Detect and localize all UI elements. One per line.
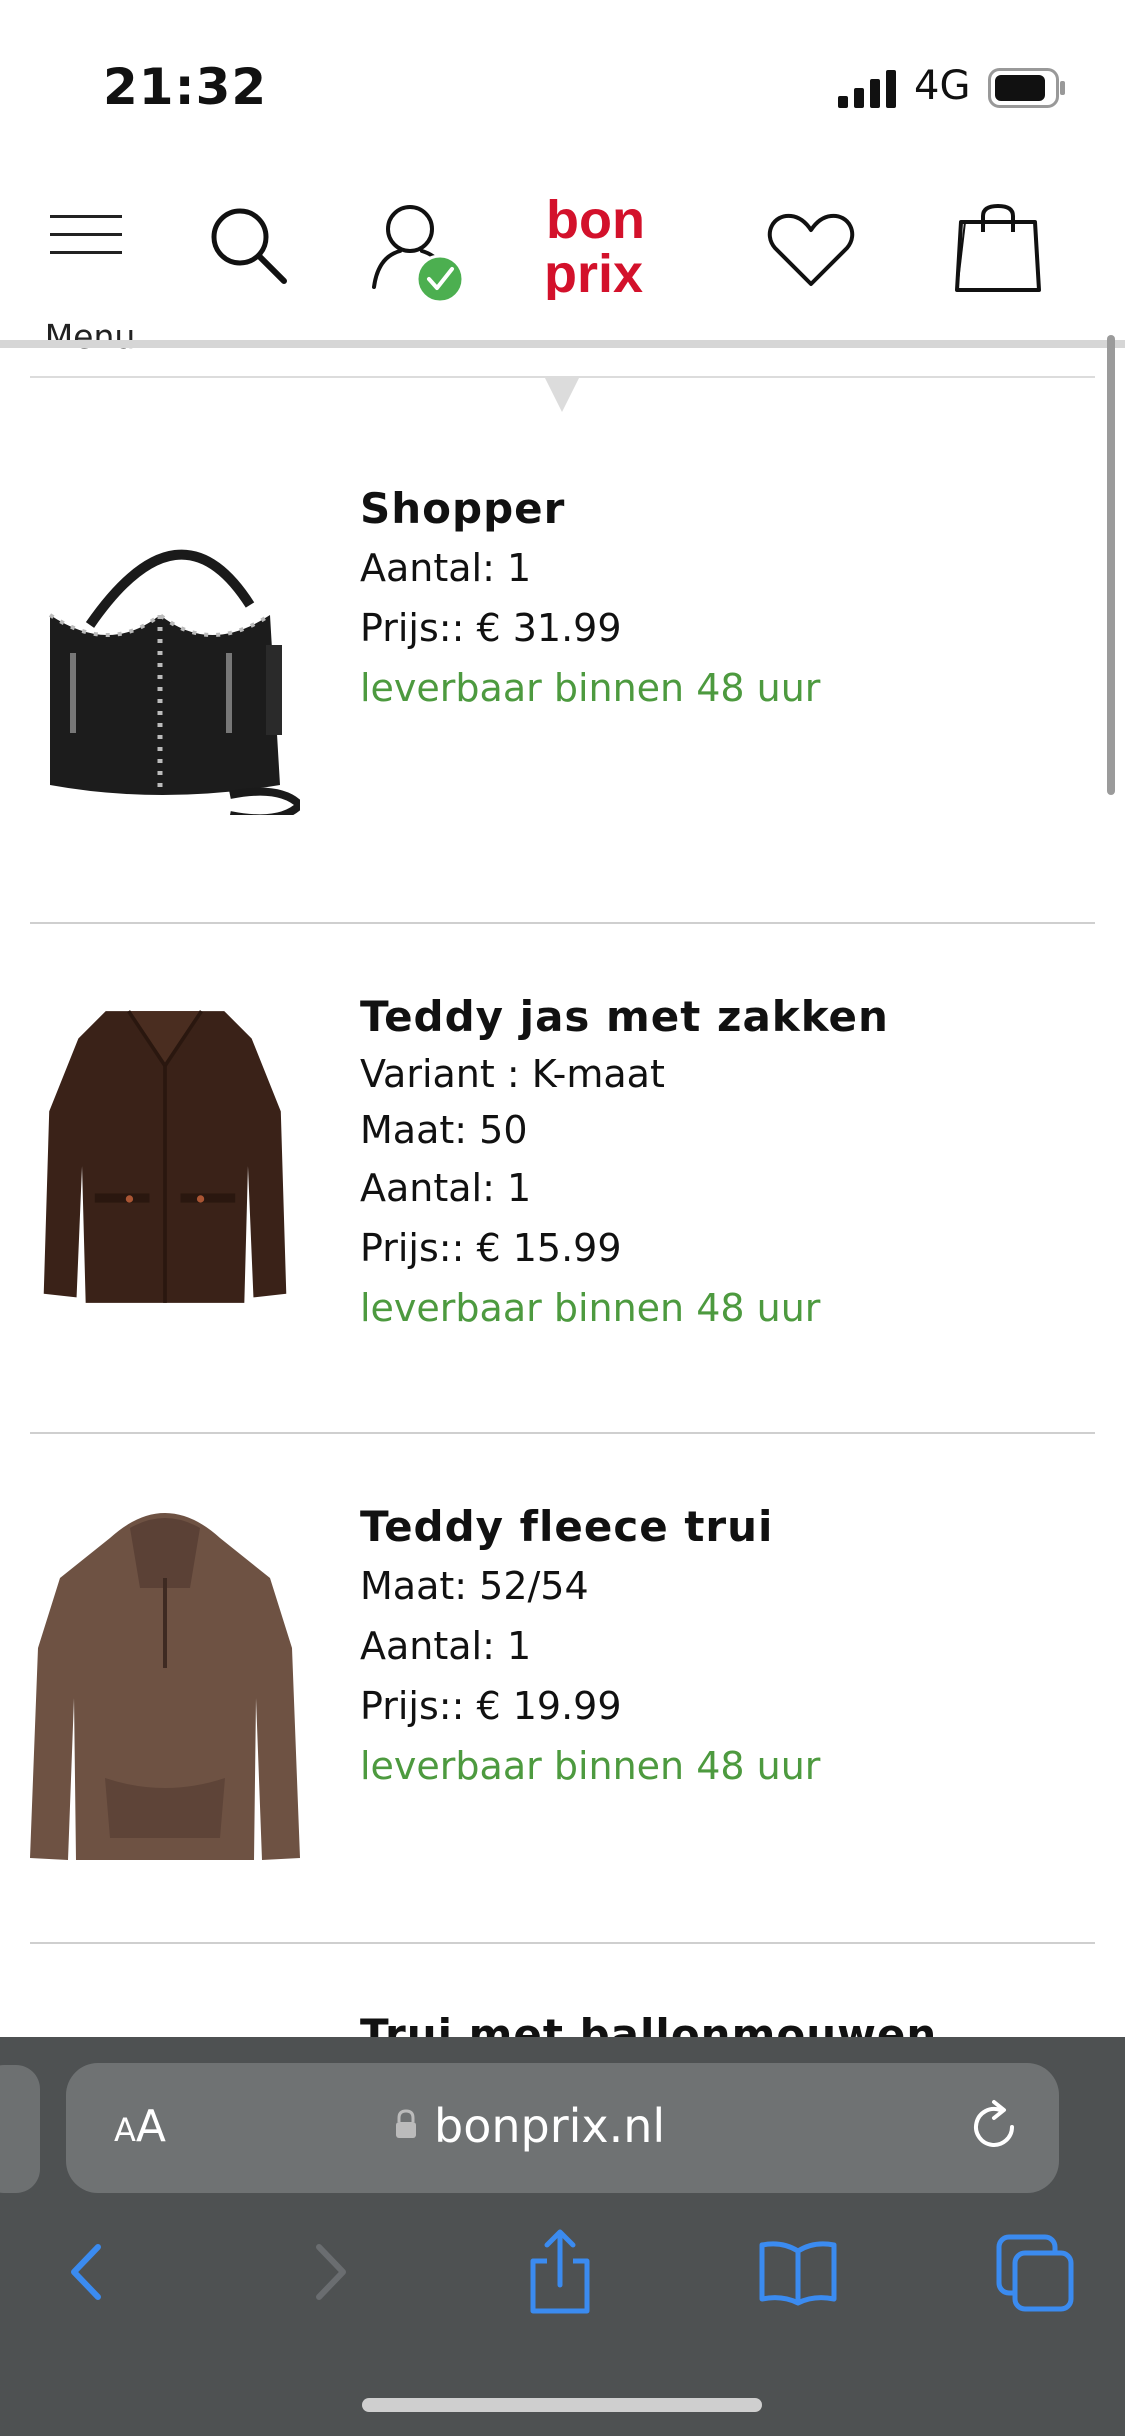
account-icon[interactable] (362, 195, 472, 305)
network-type: 4G (914, 63, 971, 109)
item-title[interactable]: Shopper (360, 480, 1080, 538)
teddy-jacket-image (43, 1010, 287, 1303)
hamburger-icon (50, 215, 122, 254)
item-divider (30, 1942, 1095, 1944)
item-divider (30, 1432, 1095, 1434)
bonprix-logo[interactable]: bon prix (540, 190, 670, 300)
back-arrow-icon[interactable] (62, 2237, 112, 2307)
item-availability: leverbaar binnen 48 uur (360, 666, 821, 710)
cart-item-details: Shopper Aantal: 1 Prijs:: € 31.99 leverb… (360, 480, 1080, 718)
item-availability: leverbaar binnen 48 uur (360, 1286, 821, 1330)
scroll-indicator[interactable] (1107, 335, 1115, 795)
item-price: Prijs:: € 15.99 (360, 1226, 622, 1270)
cellular-signal-icon (838, 70, 896, 108)
item-variant: Variant : K-maat (360, 1052, 665, 1096)
cart-item-details: Teddy fleece trui Maat: 52/54 Aantal: 1 … (360, 1498, 1080, 1796)
item-quantity: Aantal: 1 (360, 1624, 532, 1668)
forward-arrow-icon[interactable] (305, 2237, 355, 2307)
site-header: Menu bon prix (0, 150, 1125, 356)
battery-icon (988, 68, 1065, 108)
item-size: Maat: 52/54 (360, 1564, 589, 1608)
status-bar: 21:32 4G (0, 0, 1125, 150)
header-divider (0, 340, 1125, 348)
search-icon[interactable] (208, 205, 290, 287)
menu-button[interactable]: Menu (40, 205, 140, 356)
dropdown-caret-icon (545, 378, 579, 412)
status-time: 21:32 (103, 58, 268, 116)
shopper-bag-image (48, 549, 300, 815)
home-indicator[interactable] (362, 2398, 762, 2412)
svg-text:bon: bon (546, 190, 645, 250)
shopping-bag-icon[interactable] (953, 202, 1043, 298)
item-divider (30, 922, 1095, 924)
browser-toolbar: AA bonprix.nl (0, 2037, 1125, 2436)
svg-text:prix: prix (544, 244, 643, 300)
bookmarks-book-icon[interactable] (758, 2237, 838, 2307)
heart-icon[interactable] (765, 210, 857, 290)
item-quantity: Aantal: 1 (360, 546, 532, 590)
item-availability: leverbaar binnen 48 uur (360, 1744, 821, 1788)
item-title[interactable]: Teddy jas met zakken (360, 988, 1080, 1046)
item-title[interactable]: Teddy fleece trui (360, 1498, 1080, 1556)
reader-text-settings-button[interactable]: AA (114, 2101, 166, 2152)
fleece-sweater-image (30, 1513, 300, 1860)
previous-tab-peek[interactable] (0, 2065, 40, 2193)
url-text[interactable]: bonprix.nl (396, 2099, 665, 2153)
item-price: Prijs:: € 19.99 (360, 1684, 622, 1728)
item-price: Prijs:: € 31.99 (360, 606, 622, 650)
menu-label: Menu (44, 317, 136, 356)
tabs-overview-icon[interactable] (995, 2233, 1075, 2313)
share-icon[interactable] (525, 2227, 595, 2317)
cart-item-details: Teddy jas met zakken Variant : K-maat Ma… (360, 988, 1080, 1338)
address-bar[interactable]: AA bonprix.nl (66, 2063, 1059, 2193)
reload-icon[interactable] (964, 2097, 1024, 2157)
item-quantity: Aantal: 1 (360, 1166, 532, 1210)
lock-icon (396, 2109, 416, 2138)
item-size: Maat: 50 (360, 1108, 528, 1152)
